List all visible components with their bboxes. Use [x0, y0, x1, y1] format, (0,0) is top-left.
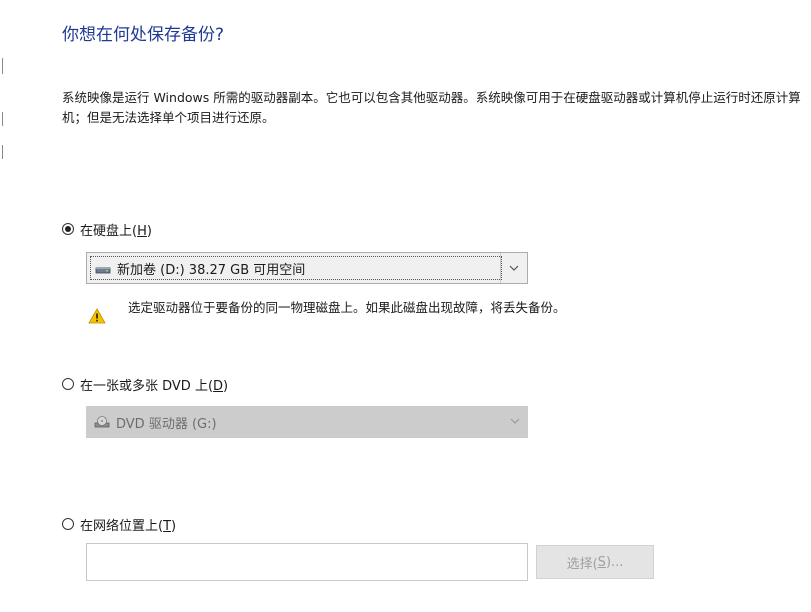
hard-disk-label: 在硬盘上(H): [80, 223, 152, 239]
description-text: 系统映像是运行 Windows 所需的驱动器副本。它也可以包含其他驱动器。系统映…: [62, 90, 801, 125]
hard-drive-icon: [95, 261, 111, 275]
chevron-down-icon[interactable]: [502, 406, 528, 436]
network-path-input[interactable]: [86, 543, 528, 581]
page-title: 你想在何处保存备份?: [62, 25, 225, 45]
dvd-radio[interactable]: [62, 378, 74, 390]
warning-text: 选定驱动器位于要备份的同一物理磁盘上。如果此磁盘出现故障，将丢失备份。: [128, 299, 566, 315]
network-option[interactable]: 在网络位置上(T): [62, 515, 177, 534]
hard-disk-drive-value: 新加卷 (D:) 38.27 GB 可用空间: [117, 262, 306, 278]
dvd-drive-icon: [94, 415, 110, 429]
hard-disk-drive-select[interactable]: 新加卷 (D:) 38.27 GB 可用空间: [86, 252, 528, 284]
hard-disk-option[interactable]: 在硬盘上(H): [62, 220, 152, 239]
window-left-edge: [0, 0, 8, 612]
network-radio[interactable]: [62, 518, 74, 530]
dvd-label: 在一张或多张 DVD 上(D): [80, 378, 229, 394]
browse-button[interactable]: 选择(S)...: [536, 545, 654, 579]
same-disk-warning: 选定驱动器位于要备份的同一物理磁盘上。如果此磁盘出现故障，将丢失备份。: [88, 292, 566, 324]
dvd-option[interactable]: 在一张或多张 DVD 上(D): [62, 375, 229, 394]
hard-disk-radio[interactable]: [62, 223, 74, 235]
dvd-drive-value: DVD 驱动器 (G:): [116, 416, 217, 432]
chevron-down-icon[interactable]: [500, 253, 527, 283]
dvd-drive-select[interactable]: DVD 驱动器 (G:): [86, 406, 528, 438]
network-label: 在网络位置上(T): [80, 518, 177, 534]
warning-icon: [88, 308, 106, 324]
